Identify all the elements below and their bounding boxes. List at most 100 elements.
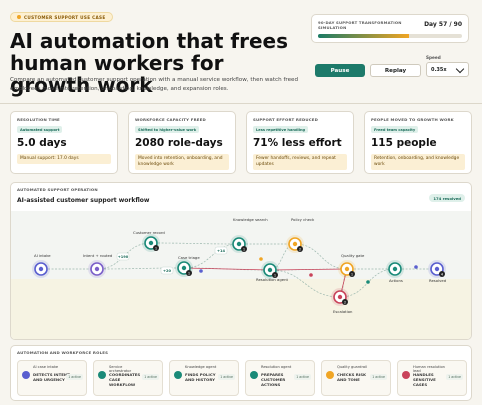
role-active-badge: 1 active (142, 374, 159, 380)
flow-node-count: 1 (243, 247, 245, 251)
use-case-tag: CUSTOMER SUPPORT USE CASE (10, 12, 113, 22)
flow-node-core (267, 267, 273, 273)
role-dot-icon (98, 371, 106, 379)
flow-node-count: 1 (274, 273, 276, 277)
role-dot-icon (402, 371, 410, 379)
replay-button[interactable]: Replay (370, 64, 421, 77)
flow-node-core (344, 266, 350, 272)
roles-title: AUTOMATION AND WORKFORCE ROLES (17, 350, 109, 355)
flow-node-label: Resolution agent (256, 277, 289, 282)
section-divider (0, 103, 482, 104)
role-name: Quality guardrail (337, 365, 368, 369)
metric-title: SUPPORT EFFORT REDUCED (253, 117, 319, 122)
speed-label: Speed (426, 55, 441, 60)
role-name: AI case intake (33, 365, 59, 369)
role-card: Human resolution lead HANDLES SENSITIVE … (397, 360, 467, 396)
flow-node-label: Quality gate (341, 253, 365, 258)
metric-note: Manual support: 17.0 days (17, 154, 111, 164)
flow-packet (309, 273, 313, 277)
speed-select[interactable]: 0.35x (426, 62, 469, 77)
metric-title: WORKFORCE CAPACITY FREED (135, 117, 206, 122)
simulation-day: Day 57 / 90 (424, 21, 462, 28)
flow-node-label: Actions (389, 278, 403, 283)
metric-card-people-moved: PEOPLE MOVED TO GROWTH WORK Freed team c… (364, 111, 472, 174)
flow-packet (366, 280, 370, 284)
metric-note: Retention, onboarding, and knowledge wor… (371, 154, 465, 170)
tag-dot-icon (17, 15, 21, 19)
simulation-progress-fill (318, 34, 410, 38)
role-name: Resolution agent (261, 365, 292, 369)
role-card: Service orchestrator COORDINATES CASE WO… (93, 360, 163, 396)
role-card: Knowledge agent FINDS POLICY AND HISTORY… (169, 360, 239, 396)
role-dot-icon (326, 371, 334, 379)
flow-node-label: AI intake (34, 253, 51, 258)
role-active-badge: 1 active (294, 374, 311, 380)
metric-card-capacity-freed: WORKFORCE CAPACITY FREED Shifted to high… (128, 111, 236, 174)
flow-node-count: 1 (188, 271, 190, 275)
chevron-down-icon (455, 64, 465, 74)
metric-pill: Less repetitive handling (253, 126, 309, 133)
metric-pill: Freed team capacity (371, 126, 419, 133)
flow-packet (414, 265, 418, 269)
role-dot-icon (174, 371, 182, 379)
page-subtitle: Compare an automated customer support op… (10, 77, 299, 92)
role-active-badge: 1 active (218, 374, 235, 380)
metric-note: Moved into retention, onboarding, and kn… (135, 154, 229, 170)
page: CUSTOMER SUPPORT USE CASE AI automation … (0, 0, 482, 405)
role-card: Quality guardrail CHECKS RISK AND TONE 1… (321, 360, 391, 396)
flow-node-core (392, 266, 398, 272)
flow-node-label: Escalation (333, 309, 353, 314)
simulation-panel: 90-DAY SUPPORT TRANSFORMATION SIMULATION… (311, 14, 469, 43)
flow-token-label: +20 (163, 269, 172, 273)
workflow-panel: AUTOMATED SUPPORT OPERATION AI-assisted … (10, 182, 472, 340)
metric-value: 2080 role-days (135, 137, 223, 149)
flow-node-count: 1 (351, 272, 353, 276)
flow-node-label: Intent + routed (83, 253, 113, 258)
simulation-progress-bar (318, 34, 462, 38)
use-case-tag-label: CUSTOMER SUPPORT USE CASE (24, 14, 106, 20)
role-dot-icon (250, 371, 258, 379)
role-active-badge: 1 active (446, 374, 463, 380)
role-card: AI case intake DETECTS INTENT AND URGENC… (17, 360, 87, 396)
role-active-badge: 1 active (66, 374, 83, 380)
flow-node-label: Policy check (291, 217, 315, 222)
flow-node-core (148, 240, 154, 246)
flow-node-core (94, 266, 100, 272)
metric-card-resolution-time: RESOLUTION TIME Automated support 5.0 da… (10, 111, 118, 174)
role-name: Knowledge agent (185, 365, 217, 369)
metric-title: PEOPLE MOVED TO GROWTH WORK (371, 117, 454, 122)
flow-band-lower (11, 279, 471, 339)
metric-value: 5.0 days (17, 137, 67, 149)
flow-node-core (236, 241, 242, 247)
flow-node-count: 2 (299, 247, 301, 251)
flow-node-core (337, 294, 343, 300)
flow-token-label: +190 (118, 255, 129, 259)
role-card: Resolution agent PREPARES CUSTOMER ACTIO… (245, 360, 315, 396)
flow-node-label: Customer record (133, 230, 165, 235)
metric-value: 115 people (371, 137, 437, 149)
role-dot-icon (22, 371, 30, 379)
metric-card-effort-reduced: SUPPORT EFFORT REDUCED Less repetitive h… (246, 111, 354, 174)
metric-title: RESOLUTION TIME (17, 117, 60, 122)
metric-pill: Automated support (17, 126, 63, 133)
flow-node-core (38, 266, 44, 272)
flow-node-core (292, 241, 298, 247)
flow-node-core (181, 265, 187, 271)
metric-value: 71% less effort (253, 137, 342, 149)
flow-node-label: Knowledge search (233, 217, 268, 222)
flow-node-label: Resolved (429, 278, 447, 283)
flow-node-count: 2 (344, 300, 346, 304)
speed-value: 0.35x (431, 66, 447, 73)
workflow-diagram: AI intake Intent + routed Customer record 1… (11, 211, 471, 339)
metric-pill: Shifted to higher-value work (135, 126, 200, 133)
flow-node-core (434, 266, 440, 272)
roles-panel: AUTOMATION AND WORKFORCE ROLES AI case i… (10, 345, 472, 401)
role-active-badge: 1 active (370, 374, 387, 380)
pause-button[interactable]: Pause (315, 64, 365, 77)
metric-note: Fewer handoffs, reviews, and repeat upda… (253, 154, 347, 170)
flow-packet (259, 257, 263, 261)
flow-node-label: Case triage (178, 255, 200, 260)
flow-token-label: +14 (217, 249, 226, 253)
flow-packet (199, 269, 203, 273)
flow-node-count: 1 (155, 246, 157, 250)
